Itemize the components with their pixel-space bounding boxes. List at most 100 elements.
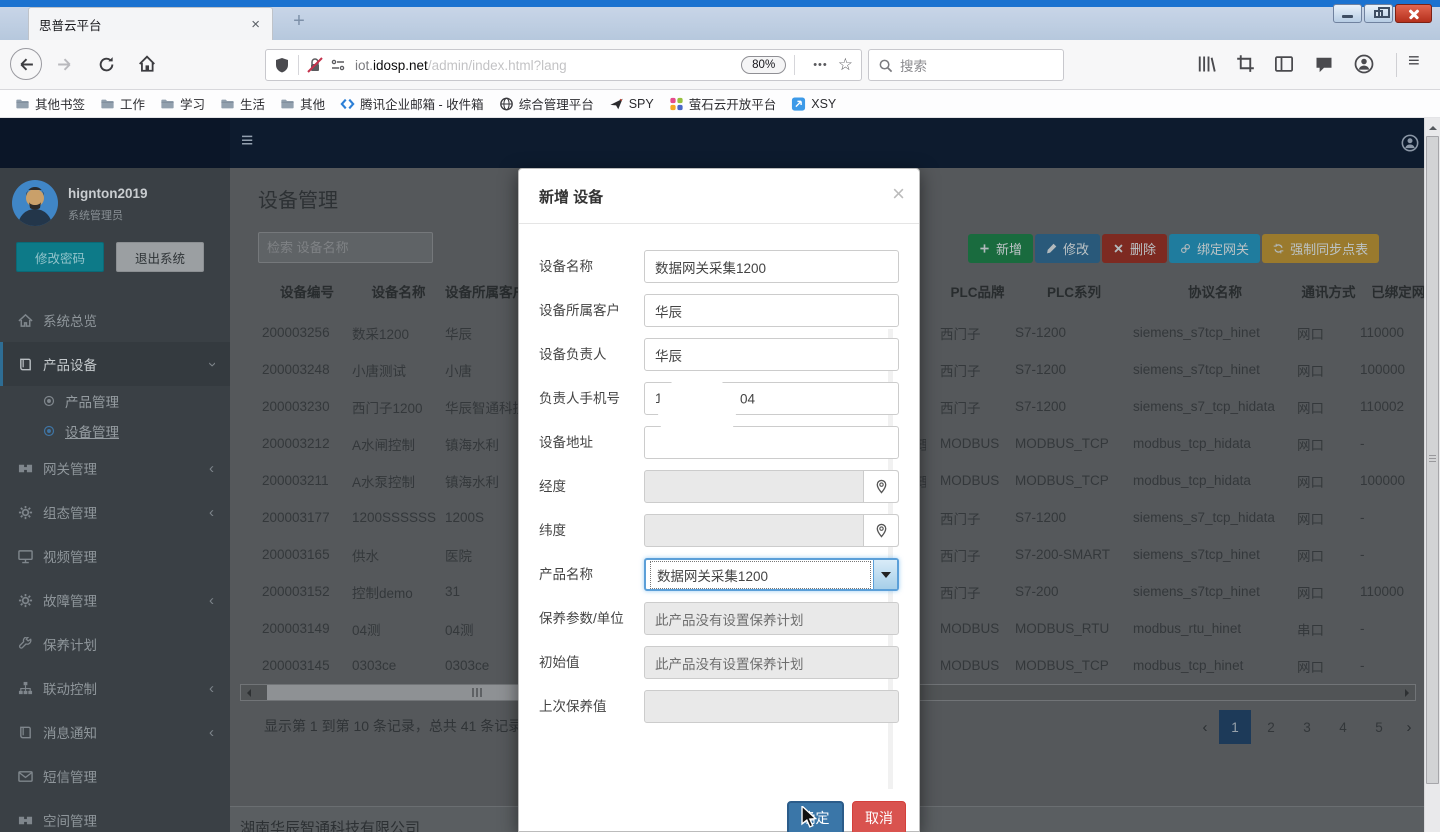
page-button[interactable]: ‹: [1195, 710, 1215, 744]
sidebar-item[interactable]: 短信管理: [0, 754, 230, 798]
modal-close-icon[interactable]: ×: [892, 181, 905, 207]
sidebar-item[interactable]: 故障管理 ‹: [0, 578, 230, 622]
library-icon[interactable]: [1196, 54, 1216, 74]
page-button[interactable]: 4: [1327, 710, 1359, 744]
url-bar[interactable]: iot.idosp.net/admin/index.html?lang 80% …: [265, 49, 862, 81]
sidebar-item[interactable]: 视频管理: [0, 534, 230, 578]
form-input[interactable]: 数据网关采集1200: [644, 558, 899, 591]
form-input[interactable]: [644, 514, 899, 547]
logout-button[interactable]: 退出系统: [116, 242, 204, 272]
form-input[interactable]: 此产品没有设置保养计划: [644, 646, 899, 679]
page-button[interactable]: ›: [1399, 710, 1419, 744]
sidebar-item[interactable]: 组态管理 ‹: [0, 490, 230, 534]
sidebar-item[interactable]: 空间管理: [0, 798, 230, 832]
form-input[interactable]: 此产品没有设置保养计划: [644, 602, 899, 635]
map-pin-button[interactable]: [863, 471, 898, 502]
divider: [794, 55, 795, 75]
browser-tab[interactable]: 思普云平台 ×: [28, 7, 273, 40]
sidebar-item[interactable]: 系统总览: [0, 298, 230, 342]
table-search-input[interactable]: [258, 232, 433, 263]
column-header[interactable]: PLC品牌: [940, 281, 1015, 301]
insecure-lock-icon[interactable]: [307, 57, 323, 73]
form-input[interactable]: [644, 470, 899, 503]
column-header[interactable]: 通讯方式: [1297, 281, 1360, 301]
form-input[interactable]: 华辰: [644, 338, 899, 371]
restore-button[interactable]: [1364, 4, 1393, 23]
form-input[interactable]: 华辰: [644, 294, 899, 327]
bookmark-item[interactable]: 工作: [100, 94, 145, 113]
forward-button[interactable]: [56, 56, 73, 73]
vertical-scrollbar-thumb[interactable]: [1426, 136, 1439, 784]
new-tab-button[interactable]: +: [284, 10, 314, 33]
bookmark-star-icon[interactable]: ☆: [838, 55, 853, 75]
action-button[interactable]: 强制同步点表: [1262, 234, 1379, 263]
page-actions-icon[interactable]: •••: [813, 59, 828, 71]
screenshot-icon[interactable]: [1236, 54, 1255, 73]
form-label: 保养参数/单位: [539, 602, 644, 635]
permissions-icon[interactable]: [330, 57, 346, 73]
bookmark-item[interactable]: 腾讯企业邮箱 - 收件箱: [340, 94, 484, 113]
map-pin-button[interactable]: [863, 515, 898, 546]
scroll-right-arrow[interactable]: [1399, 685, 1415, 700]
page-button[interactable]: 1: [1219, 710, 1251, 744]
action-button[interactable]: 绑定网关: [1169, 234, 1260, 263]
bookmark-item[interactable]: 生活: [220, 94, 265, 113]
vertical-scrollbar[interactable]: [1424, 118, 1440, 832]
action-button[interactable]: 删除: [1102, 234, 1167, 263]
action-button[interactable]: 修改: [1035, 234, 1100, 263]
form-input[interactable]: 1 04: [644, 382, 899, 415]
form-label: 设备名称: [539, 250, 644, 283]
tab-close-icon[interactable]: ×: [249, 16, 262, 33]
cell-plc-series: S7-200-SMART: [1015, 547, 1133, 562]
column-header[interactable]: 已绑定网关: [1360, 281, 1424, 301]
page-button[interactable]: 2: [1255, 710, 1287, 744]
page-button[interactable]: 3: [1291, 710, 1323, 744]
modal-title: 新增 设备: [539, 189, 603, 206]
sidebar-collapse-icon[interactable]: ≡: [241, 129, 253, 153]
shield-icon[interactable]: [274, 57, 290, 73]
column-header[interactable]: PLC系列: [1015, 281, 1133, 301]
sidebar-toggle-icon[interactable]: [1274, 54, 1294, 74]
bookmark-item[interactable]: 学习: [160, 94, 205, 113]
zoom-level-badge[interactable]: 80%: [741, 56, 786, 74]
table-action-buttons: 新增 修改 删除 绑定网关 强制: [968, 234, 1379, 263]
app-navbar: ≡: [0, 118, 1440, 168]
bookmark-item[interactable]: SPY: [609, 97, 654, 111]
account-icon[interactable]: [1354, 54, 1374, 74]
reload-button[interactable]: [98, 56, 115, 73]
form-input[interactable]: 数据网关采集1200: [644, 250, 899, 283]
bookmark-item[interactable]: 综合管理平台: [499, 94, 594, 113]
cell-device-id: 200003230: [262, 399, 352, 414]
column-header[interactable]: 设备名称: [352, 281, 445, 301]
search-bar[interactable]: 搜索: [868, 49, 1064, 81]
url-text[interactable]: iot.idosp.net/admin/index.html?lang: [355, 58, 567, 73]
sidebar-item[interactable]: 设备管理: [0, 416, 230, 446]
action-button[interactable]: 新增: [968, 234, 1033, 263]
dropdown-arrow-button[interactable]: [873, 560, 897, 589]
close-window-button[interactable]: [1395, 4, 1432, 23]
user-panel: hignton2019 系统管理员: [0, 168, 230, 226]
change-password-button[interactable]: 修改密码: [16, 242, 104, 272]
bookmark-item[interactable]: 萤石云开放平台: [669, 94, 777, 113]
sidebar-item[interactable]: 产品设备 ‹: [0, 342, 230, 386]
sidebar-item[interactable]: 保养计划: [0, 622, 230, 666]
form-input[interactable]: [644, 690, 899, 723]
column-header[interactable]: 设备编号: [262, 281, 352, 301]
menu-hamburger-icon[interactable]: ≡: [1408, 50, 1420, 73]
sidebar-item[interactable]: 联动控制 ‹: [0, 666, 230, 710]
cancel-button[interactable]: 取消: [852, 801, 906, 832]
bookmark-item[interactable]: XSY: [791, 97, 836, 111]
page-button[interactable]: 5: [1363, 710, 1395, 744]
sidebar-item[interactable]: 网关管理 ‹: [0, 446, 230, 490]
scroll-left-arrow[interactable]: [241, 685, 257, 700]
column-header[interactable]: 协议名称: [1133, 281, 1297, 301]
bookmark-item[interactable]: 其他: [280, 94, 325, 113]
pocket-icon[interactable]: [1314, 54, 1334, 74]
minimize-button[interactable]: [1333, 4, 1362, 23]
back-button[interactable]: [10, 48, 42, 80]
sidebar-item[interactable]: 消息通知 ‹: [0, 710, 230, 754]
scroll-up-arrow[interactable]: [1425, 120, 1440, 134]
sidebar-item[interactable]: 产品管理: [0, 386, 230, 416]
bookmark-item[interactable]: 其他书签: [15, 94, 85, 113]
home-button[interactable]: [138, 55, 156, 73]
